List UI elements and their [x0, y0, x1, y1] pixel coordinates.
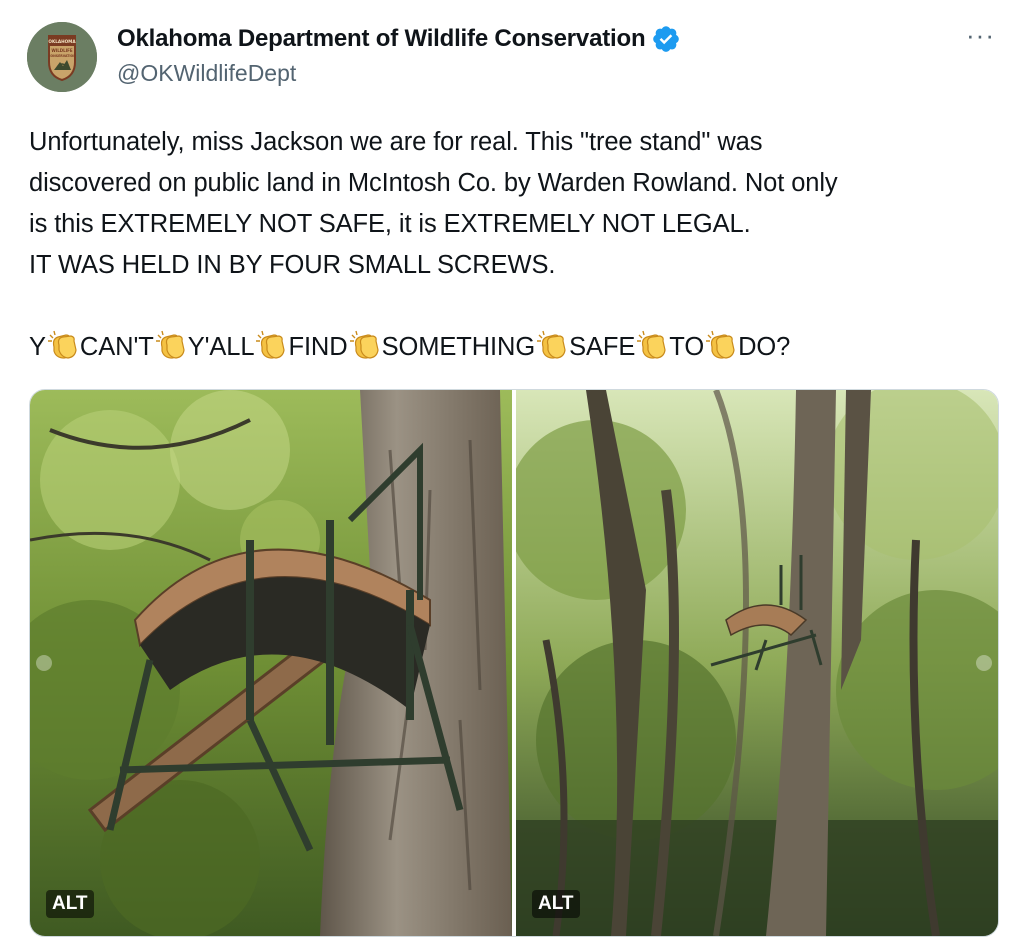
- clapping-hands-icon: [46, 329, 80, 361]
- photo-tree-stand-wide[interactable]: ALT: [516, 390, 998, 936]
- tree-stand-wide-image: [516, 390, 998, 936]
- tweet-line: IT WAS HELD IN BY FOUR SMALL SCREWS.: [29, 251, 556, 279]
- alt-text-badge[interactable]: ALT: [46, 890, 94, 918]
- tree-stand-closeup-image: [30, 390, 512, 936]
- carousel-next-icon[interactable]: [976, 655, 992, 671]
- clapping-hands-icon: [535, 329, 569, 361]
- clap-word: SOMETHING: [381, 333, 536, 361]
- clapping-hands-icon: [254, 329, 288, 361]
- clap-word: Y'ALL: [187, 333, 255, 361]
- carousel-prev-icon[interactable]: [36, 655, 52, 671]
- agency-seal-icon: OKLAHOMA WILDLIFE CONSERVATION: [27, 22, 97, 92]
- clapping-hands-icon: [704, 329, 738, 361]
- clapping-hands-icon: [154, 329, 188, 361]
- display-name[interactable]: Oklahoma Department of Wildlife Conserva…: [117, 25, 646, 53]
- photo-tree-stand-closeup[interactable]: ALT: [30, 390, 512, 936]
- clap-word: SAFE: [569, 333, 636, 361]
- clap-word: DO?: [738, 333, 791, 361]
- tweet-line: Unfortunately, miss Jackson we are for r…: [29, 128, 763, 156]
- seal-text-top: OKLAHOMA: [48, 39, 76, 44]
- clapping-hands-icon: [635, 329, 669, 361]
- seal-text-mid: WILDLIFE: [51, 48, 73, 53]
- clap-word: Y: [29, 333, 46, 361]
- author-handle[interactable]: @OKWildlifeDept: [117, 60, 296, 87]
- more-options-icon[interactable]: ···: [966, 20, 995, 51]
- clap-word: TO: [669, 333, 705, 361]
- clap-word: CAN'T: [79, 333, 154, 361]
- clap-line: Y CAN'T Y'ALL FIND SOMETHING SAFE TO DO?: [29, 327, 999, 368]
- tweet-text: Unfortunately, miss Jackson we are for r…: [29, 122, 999, 368]
- tweet-line: discovered on public land in McIntosh Co…: [29, 169, 838, 197]
- verified-badge-icon[interactable]: [651, 24, 681, 54]
- clap-word: FIND: [288, 333, 348, 361]
- media-grid[interactable]: ALT ALT: [29, 389, 999, 937]
- author-name-row[interactable]: Oklahoma Department of Wildlife Conserva…: [117, 24, 681, 54]
- tweet-line: is this EXTREMELY NOT SAFE, it is EXTREM…: [29, 210, 751, 238]
- alt-text-badge[interactable]: ALT: [532, 890, 580, 918]
- seal-text-bot: CONSERVATION: [48, 54, 76, 58]
- clapping-hands-icon: [348, 329, 382, 361]
- avatar[interactable]: OKLAHOMA WILDLIFE CONSERVATION: [27, 22, 97, 92]
